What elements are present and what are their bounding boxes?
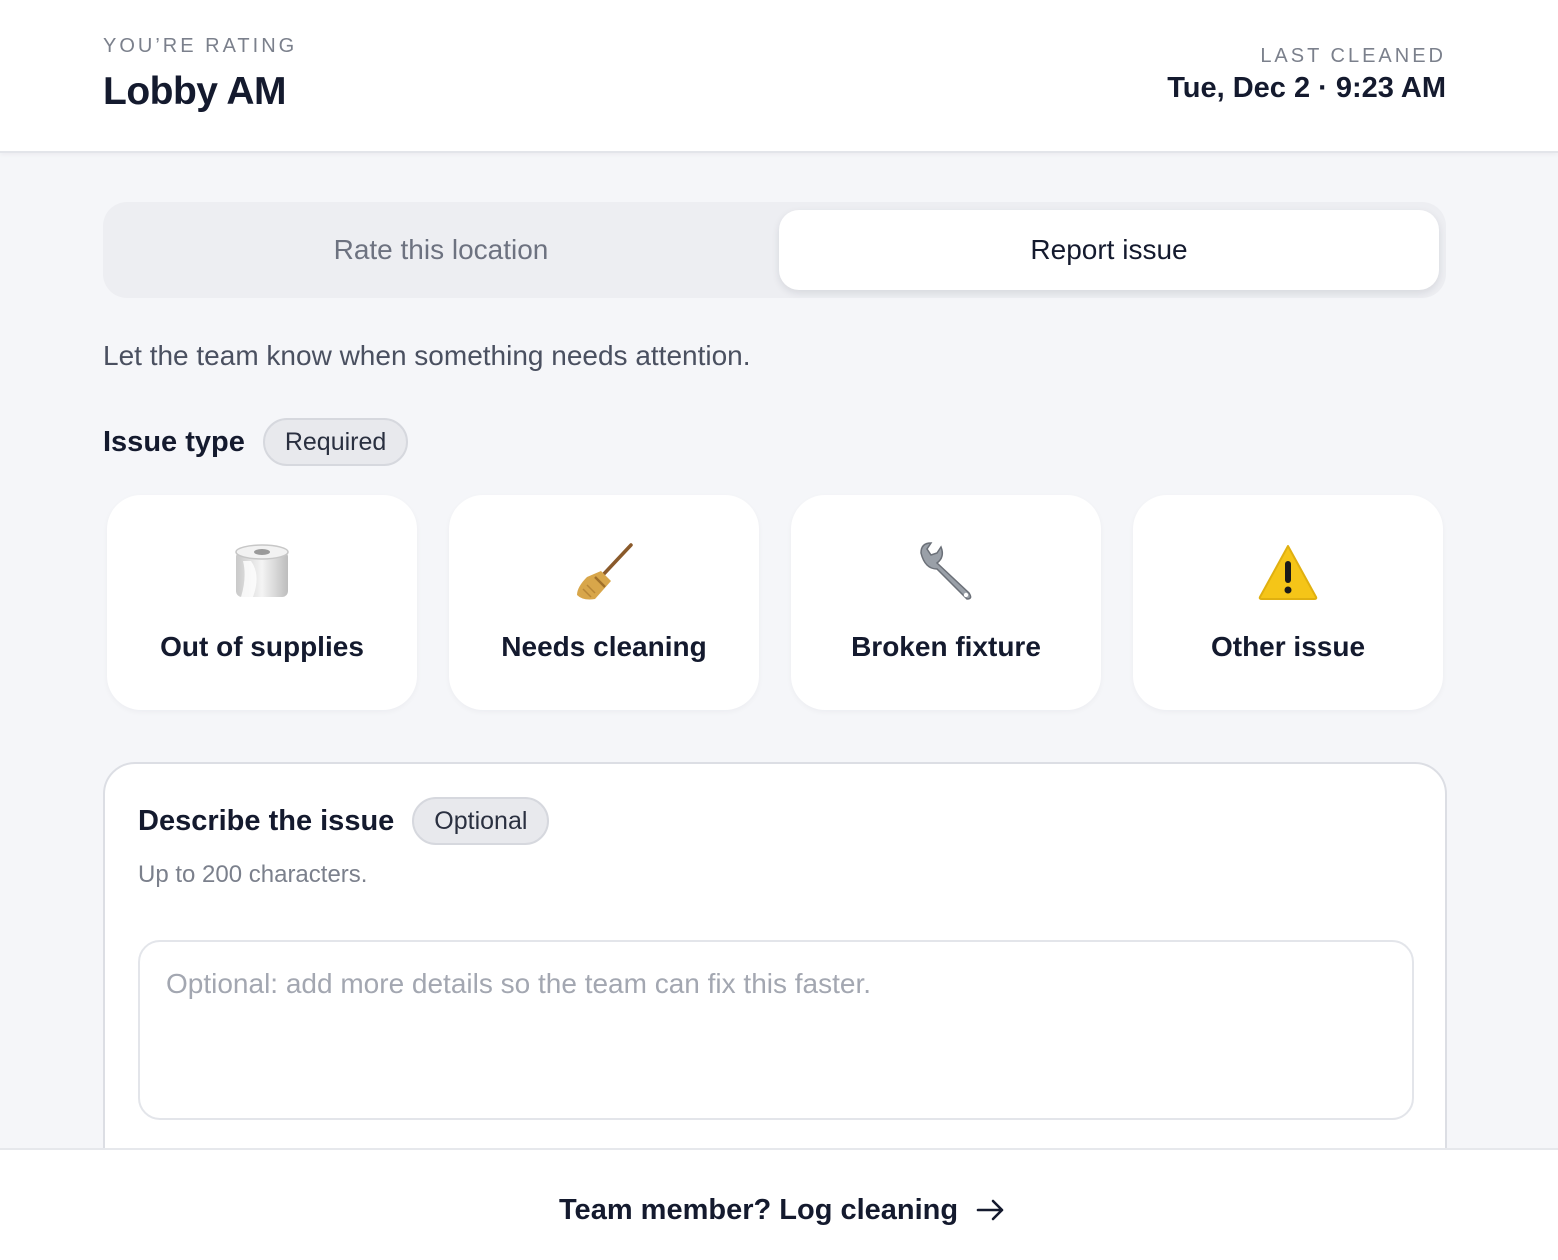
issue-option-other-issue[interactable]: Other issue: [1133, 495, 1443, 710]
issue-option-out-of-supplies[interactable]: Out of supplies: [107, 495, 417, 710]
character-limit-hint: Up to 200 characters.: [138, 861, 368, 888]
issue-option-label: Other issue: [1210, 631, 1366, 662]
issue-type-options: Out of supplies Needs cleaning Broken fi…: [107, 495, 1443, 710]
issue-option-label: Needs cleaning: [501, 631, 707, 662]
report-issue-page: YOU’RE RATING Lobby AM LAST CLEANED Tue,…: [0, 0, 1558, 1260]
arrow-right-icon: [976, 1198, 1006, 1222]
issue-option-label: Broken fixture: [851, 631, 1041, 662]
wrench-icon: [791, 539, 1101, 605]
log-cleaning-label: Team member? Log cleaning: [559, 1193, 959, 1226]
last-cleaned-label: LAST CLEANED: [1260, 45, 1446, 67]
warning-icon: [1133, 539, 1443, 605]
last-cleaned-value: Tue, Dec 2 · 9:23 AM: [1167, 72, 1446, 104]
rating-eyebrow: YOU’RE RATING: [103, 35, 298, 57]
footer: Team member? Log cleaning: [0, 1148, 1558, 1260]
describe-issue-title: Describe the issue: [138, 804, 395, 837]
broom-icon: [449, 539, 759, 605]
log-cleaning-link[interactable]: Team member? Log cleaning: [559, 1190, 1006, 1230]
optional-badge: Optional: [412, 797, 550, 845]
issue-option-broken-fixture[interactable]: Broken fixture: [791, 495, 1101, 710]
intro-text: Let the team know when something needs a…: [103, 340, 751, 371]
issue-option-needs-cleaning[interactable]: Needs cleaning: [449, 495, 759, 710]
tab-report-issue[interactable]: Report issue: [779, 210, 1439, 290]
issue-type-title: Issue type: [103, 425, 245, 458]
describe-issue-section: Describe the issue Optional Up to 200 ch…: [103, 762, 1447, 1182]
required-badge: Required: [262, 418, 409, 466]
describe-issue-header: Describe the issue Optional: [138, 797, 550, 845]
location-name: Lobby AM: [103, 70, 287, 113]
issue-type-header: Issue type Required: [103, 418, 409, 466]
header: YOU’RE RATING Lobby AM LAST CLEANED Tue,…: [0, 0, 1558, 153]
issue-description-input[interactable]: [138, 940, 1414, 1120]
mode-tabs: Rate this location Report issue: [103, 202, 1446, 298]
tab-rate-location[interactable]: Rate this location: [111, 210, 771, 290]
issue-option-label: Out of supplies: [160, 631, 364, 662]
toilet-paper-icon: [107, 539, 417, 605]
